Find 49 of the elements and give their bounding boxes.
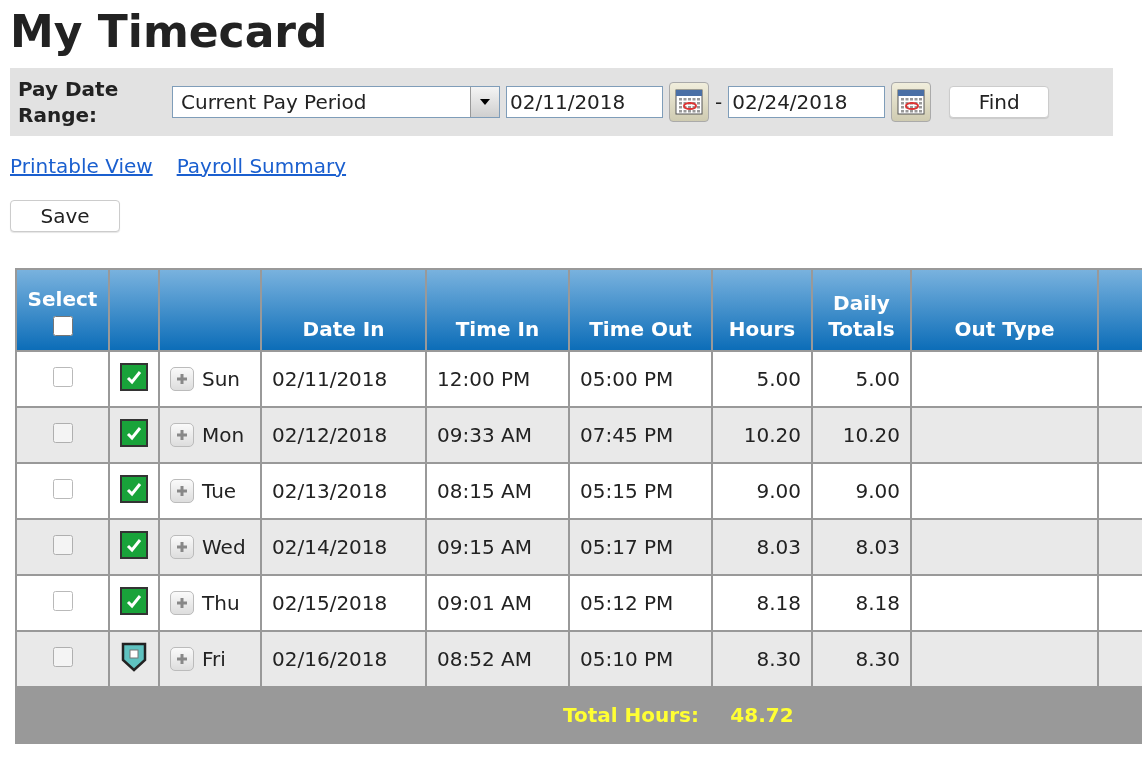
plus-icon: [176, 429, 188, 441]
row-checkbox[interactable]: [52, 590, 73, 611]
header-cell: Date In: [261, 269, 426, 351]
date-separator: -: [715, 90, 723, 114]
day-label: Fri: [202, 647, 226, 671]
total-value: 48.72: [712, 687, 812, 743]
header-cell: Hours: [712, 269, 812, 351]
calendar-button[interactable]: [669, 82, 709, 122]
expand-button[interactable]: [170, 535, 194, 559]
header-label: Select: [27, 287, 98, 311]
header-cell: Time Out: [569, 269, 712, 351]
header-cell: Out Type: [911, 269, 1098, 351]
link[interactable]: Printable View: [10, 154, 153, 178]
plus-icon: [176, 373, 188, 385]
plus-icon: [176, 485, 188, 497]
find-button[interactable]: Find: [949, 86, 1050, 118]
end-date-field[interactable]: 02/24/2018: [728, 86, 886, 118]
row-checkbox[interactable]: [52, 534, 73, 555]
page-title: My Timecard: [10, 5, 329, 59]
calendar-icon: [674, 87, 704, 117]
plus-icon: [176, 653, 188, 665]
filter-label: Pay Date Range:: [18, 76, 120, 128]
day-label: Wed: [202, 535, 246, 559]
row-checkbox[interactable]: [52, 478, 73, 499]
link[interactable]: Payroll Summary: [176, 154, 347, 178]
caret-icon: [480, 99, 490, 105]
expand-button[interactable]: [170, 591, 194, 615]
plus-icon: [176, 541, 188, 553]
row-checkbox[interactable]: [52, 422, 73, 443]
calendar-icon: [896, 87, 927, 117]
expand-button[interactable]: [170, 479, 194, 503]
expand-button[interactable]: [170, 647, 194, 671]
save-button[interactable]: Save: [10, 200, 120, 232]
day-label: Thu: [202, 591, 240, 615]
total-label: Total Hours:: [16, 687, 712, 743]
header-cell: Daily Totals: [812, 269, 911, 351]
row-checkbox[interactable]: [52, 646, 73, 667]
row-checkbox[interactable]: [52, 366, 73, 387]
header-cell: Time In: [426, 269, 569, 351]
start-date-field[interactable]: 02/11/2018: [506, 86, 663, 118]
day-label: Mon: [202, 423, 245, 447]
day-label: Tue: [202, 479, 237, 503]
expand-button[interactable]: [170, 367, 194, 391]
select-all-checkbox[interactable]: [52, 316, 73, 336]
expand-button[interactable]: [170, 423, 194, 447]
plus-icon: [176, 597, 188, 609]
calendar-button[interactable]: [891, 82, 932, 122]
pay-period-dropdown[interactable]: Current Pay Period: [172, 86, 500, 118]
day-label: Sun: [202, 367, 241, 391]
